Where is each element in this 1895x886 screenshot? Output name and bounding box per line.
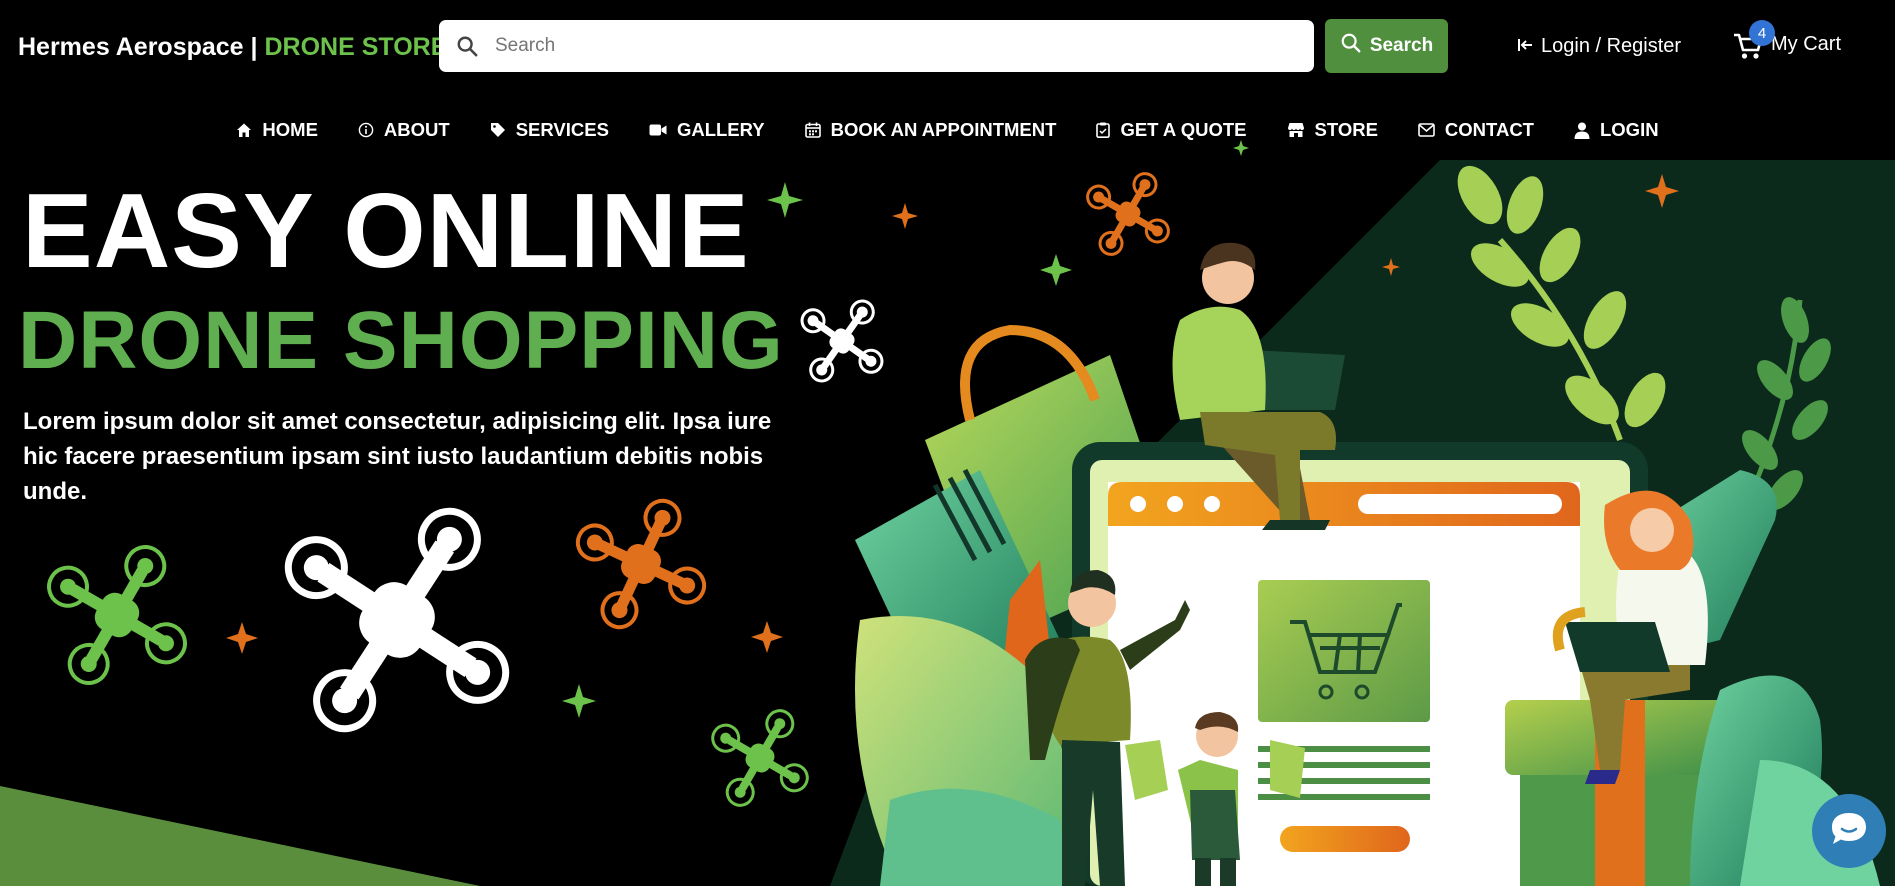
- nav-item-about[interactable]: ABOUT: [358, 119, 450, 141]
- shopping-bag-illustration: [855, 324, 1180, 700]
- chat-icon: [1829, 810, 1869, 853]
- nav-label: SERVICES: [515, 119, 609, 140]
- child-with-bags: [1125, 712, 1305, 886]
- search-bar: [439, 20, 1314, 72]
- hero-title-line2: DRONE SHOPPING: [18, 295, 784, 386]
- search-button[interactable]: Search: [1325, 19, 1448, 73]
- nav-label: STORE: [1314, 119, 1378, 140]
- cart-button[interactable]: 4 My Cart: [1733, 20, 1841, 66]
- cart-count-badge: 4: [1749, 20, 1775, 46]
- nav-label: ABOUT: [383, 119, 450, 140]
- hero-title-line1: EASY ONLINE: [22, 172, 750, 290]
- drone-icon-white-large: [284, 507, 510, 733]
- clipboard-icon: [1096, 122, 1111, 138]
- nav-label: HOME: [262, 119, 318, 140]
- gift-box-illustration: [1505, 700, 1735, 886]
- main-nav: HOME ABOUT SERVICES GALLERY BOOK AN APPO…: [0, 100, 1895, 160]
- person-woman-laptop: [1552, 490, 1708, 784]
- sign-in-icon: [1517, 35, 1533, 58]
- drone-icon-white-small: [800, 299, 884, 383]
- info-icon: [358, 122, 374, 138]
- login-register-link[interactable]: Login / Register: [1517, 35, 1681, 58]
- header: Hermes Aerospace | DRONE STORE Search Lo…: [0, 0, 1895, 92]
- search-icon: [1340, 32, 1362, 60]
- search-icon: [439, 20, 495, 72]
- browser-window-illustration: [1072, 442, 1648, 886]
- calendar-icon: [804, 122, 821, 138]
- drone-icon-orange: [575, 498, 707, 630]
- drone-icon-green-bottom: [711, 709, 809, 807]
- nav-item-services[interactable]: SERVICES: [490, 119, 609, 141]
- nav-label: GALLERY: [676, 119, 765, 140]
- drone-icon-green-left: [47, 545, 187, 685]
- tag-icon: [490, 122, 506, 138]
- hero-description: Lorem ipsum dolor sit amet consectetur, …: [23, 408, 772, 505]
- live-chat-button[interactable]: [1812, 794, 1886, 868]
- search-button-label: Search: [1369, 35, 1434, 56]
- nav-label: BOOK AN APPOINTMENT: [830, 119, 1057, 140]
- mail-icon: [1418, 123, 1435, 137]
- cart-label: My Cart: [1771, 32, 1841, 55]
- nav-item-get-quote[interactable]: GET A QUOTE: [1096, 119, 1247, 141]
- video-icon: [649, 123, 667, 137]
- store-icon: [1287, 122, 1305, 138]
- brand-logo[interactable]: Hermes Aerospace | DRONE STORE: [18, 33, 447, 62]
- nav-label: GET A QUOTE: [1120, 119, 1247, 140]
- nav-item-store[interactable]: STORE: [1287, 119, 1378, 141]
- drone-icon-orange-small: [1086, 172, 1170, 256]
- nav-label: LOGIN: [1599, 119, 1659, 140]
- home-icon: [236, 122, 252, 138]
- nav-item-login[interactable]: LOGIN: [1574, 119, 1659, 141]
- user-icon: [1574, 122, 1590, 139]
- brand-name: Hermes Aerospace |: [18, 33, 265, 61]
- nav-item-gallery[interactable]: GALLERY: [649, 119, 765, 141]
- person-with-laptop-top: [1172, 242, 1345, 530]
- nav-item-contact[interactable]: CONTACT: [1418, 119, 1534, 141]
- nav-label: CONTACT: [1444, 119, 1534, 140]
- search-input[interactable]: [495, 20, 1314, 72]
- brand-accent: DRONE STORE: [264, 33, 448, 61]
- nav-item-book-appointment[interactable]: BOOK AN APPOINTMENT: [804, 119, 1057, 141]
- person-pointing-left: [1025, 570, 1190, 886]
- nav-item-home[interactable]: HOME: [236, 119, 318, 141]
- plant-leaves-right: [1457, 165, 1831, 542]
- login-register-label: Login / Register: [1541, 35, 1682, 57]
